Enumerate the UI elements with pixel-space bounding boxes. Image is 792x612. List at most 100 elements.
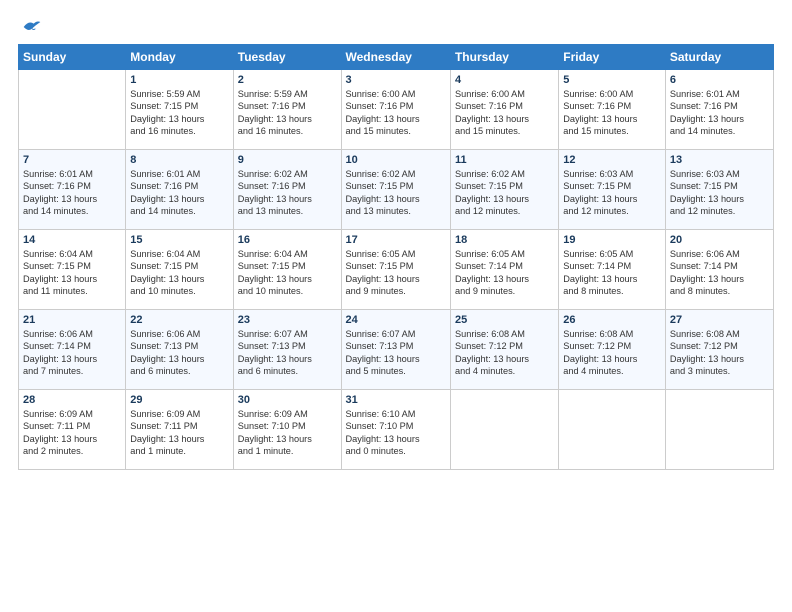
day-cell bbox=[450, 390, 558, 470]
day-info: Sunrise: 6:05 AMSunset: 7:15 PMDaylight:… bbox=[346, 248, 446, 298]
header-row: SundayMondayTuesdayWednesdayThursdayFrid… bbox=[19, 45, 774, 70]
day-info: Sunrise: 6:08 AMSunset: 7:12 PMDaylight:… bbox=[563, 328, 661, 378]
day-number: 14 bbox=[23, 234, 121, 246]
day-cell: 13 Sunrise: 6:03 AMSunset: 7:15 PMDayligh… bbox=[665, 150, 773, 230]
day-cell: 10 Sunrise: 6:02 AMSunset: 7:15 PMDayligh… bbox=[341, 150, 450, 230]
day-cell: 23 Sunrise: 6:07 AMSunset: 7:13 PMDayligh… bbox=[233, 310, 341, 390]
day-cell bbox=[559, 390, 666, 470]
day-cell: 16 Sunrise: 6:04 AMSunset: 7:15 PMDayligh… bbox=[233, 230, 341, 310]
day-cell: 29 Sunrise: 6:09 AMSunset: 7:11 PMDayligh… bbox=[126, 390, 233, 470]
day-number: 12 bbox=[563, 154, 661, 166]
day-info: Sunrise: 6:01 AMSunset: 7:16 PMDaylight:… bbox=[670, 88, 769, 138]
day-info: Sunrise: 6:10 AMSunset: 7:10 PMDaylight:… bbox=[346, 408, 446, 458]
day-info: Sunrise: 6:03 AMSunset: 7:15 PMDaylight:… bbox=[670, 168, 769, 218]
day-cell: 27 Sunrise: 6:08 AMSunset: 7:12 PMDayligh… bbox=[665, 310, 773, 390]
col-header-friday: Friday bbox=[559, 45, 666, 70]
day-cell: 19 Sunrise: 6:05 AMSunset: 7:14 PMDayligh… bbox=[559, 230, 666, 310]
day-number: 6 bbox=[670, 74, 769, 86]
col-header-wednesday: Wednesday bbox=[341, 45, 450, 70]
day-cell: 15Sunrise: 6:04 AMSunset: 7:15 PMDayligh… bbox=[126, 230, 233, 310]
day-number: 23 bbox=[238, 314, 337, 326]
day-number: 11 bbox=[455, 154, 554, 166]
day-number: 25 bbox=[455, 314, 554, 326]
day-info: Sunrise: 6:04 AMSunset: 7:15 PMDaylight:… bbox=[238, 248, 337, 298]
day-number: 7 bbox=[23, 154, 121, 166]
day-info: Sunrise: 6:06 AMSunset: 7:14 PMDaylight:… bbox=[670, 248, 769, 298]
day-cell: 26Sunrise: 6:08 AMSunset: 7:12 PMDayligh… bbox=[559, 310, 666, 390]
day-info: Sunrise: 6:02 AMSunset: 7:15 PMDaylight:… bbox=[346, 168, 446, 218]
day-info: Sunrise: 6:09 AMSunset: 7:11 PMDaylight:… bbox=[130, 408, 228, 458]
week-row-4: 21 Sunrise: 6:06 AMSunset: 7:14 PMDayligh… bbox=[19, 310, 774, 390]
day-cell: 4 Sunrise: 6:00 AMSunset: 7:16 PMDaylight… bbox=[450, 70, 558, 150]
day-cell: 12 Sunrise: 6:03 AMSunset: 7:15 PMDayligh… bbox=[559, 150, 666, 230]
day-number: 21 bbox=[23, 314, 121, 326]
col-header-monday: Monday bbox=[126, 45, 233, 70]
day-number: 9 bbox=[238, 154, 337, 166]
day-number: 28 bbox=[23, 394, 121, 406]
day-cell: 28 Sunrise: 6:09 AMSunset: 7:11 PMDayligh… bbox=[19, 390, 126, 470]
day-number: 24 bbox=[346, 314, 446, 326]
day-info: Sunrise: 6:09 AMSunset: 7:11 PMDaylight:… bbox=[23, 408, 121, 458]
day-info: Sunrise: 6:08 AMSunset: 7:12 PMDaylight:… bbox=[455, 328, 554, 378]
day-number: 1 bbox=[130, 74, 228, 86]
day-number: 18 bbox=[455, 234, 554, 246]
week-row-1: 1 Sunrise: 5:59 AMSunset: 7:15 PMDaylight… bbox=[19, 70, 774, 150]
day-info: Sunrise: 6:01 AMSunset: 7:16 PMDaylight:… bbox=[130, 168, 228, 218]
day-number: 29 bbox=[130, 394, 228, 406]
logo bbox=[18, 18, 44, 36]
calendar-table: SundayMondayTuesdayWednesdayThursdayFrid… bbox=[18, 44, 774, 470]
day-cell: 25 Sunrise: 6:08 AMSunset: 7:12 PMDayligh… bbox=[450, 310, 558, 390]
page: SundayMondayTuesdayWednesdayThursdayFrid… bbox=[0, 0, 792, 612]
day-cell: 2Sunrise: 5:59 AMSunset: 7:16 PMDaylight… bbox=[233, 70, 341, 150]
day-info: Sunrise: 6:00 AMSunset: 7:16 PMDaylight:… bbox=[563, 88, 661, 138]
col-header-thursday: Thursday bbox=[450, 45, 558, 70]
day-cell: 7 Sunrise: 6:01 AMSunset: 7:16 PMDaylight… bbox=[19, 150, 126, 230]
day-info: Sunrise: 6:07 AMSunset: 7:13 PMDaylight:… bbox=[238, 328, 337, 378]
day-info: Sunrise: 6:02 AMSunset: 7:15 PMDaylight:… bbox=[455, 168, 554, 218]
day-cell: 14 Sunrise: 6:04 AMSunset: 7:15 PMDayligh… bbox=[19, 230, 126, 310]
day-info: Sunrise: 6:03 AMSunset: 7:15 PMDaylight:… bbox=[563, 168, 661, 218]
day-cell: 5 Sunrise: 6:00 AMSunset: 7:16 PMDaylight… bbox=[559, 70, 666, 150]
day-cell: 17Sunrise: 6:05 AMSunset: 7:15 PMDayligh… bbox=[341, 230, 450, 310]
day-number: 19 bbox=[563, 234, 661, 246]
day-number: 5 bbox=[563, 74, 661, 86]
day-info: Sunrise: 6:00 AMSunset: 7:16 PMDaylight:… bbox=[346, 88, 446, 138]
day-cell: 8Sunrise: 6:01 AMSunset: 7:16 PMDaylight… bbox=[126, 150, 233, 230]
day-info: Sunrise: 6:01 AMSunset: 7:16 PMDaylight:… bbox=[23, 168, 121, 218]
day-cell bbox=[665, 390, 773, 470]
col-header-sunday: Sunday bbox=[19, 45, 126, 70]
day-info: Sunrise: 6:05 AMSunset: 7:14 PMDaylight:… bbox=[455, 248, 554, 298]
day-number: 16 bbox=[238, 234, 337, 246]
logo-bird-icon bbox=[22, 18, 42, 36]
day-info: Sunrise: 6:09 AMSunset: 7:10 PMDaylight:… bbox=[238, 408, 337, 458]
day-cell: 21 Sunrise: 6:06 AMSunset: 7:14 PMDayligh… bbox=[19, 310, 126, 390]
day-info: Sunrise: 6:07 AMSunset: 7:13 PMDaylight:… bbox=[346, 328, 446, 378]
day-cell bbox=[19, 70, 126, 150]
day-number: 27 bbox=[670, 314, 769, 326]
day-cell: 24 Sunrise: 6:07 AMSunset: 7:13 PMDayligh… bbox=[341, 310, 450, 390]
day-info: Sunrise: 6:02 AMSunset: 7:16 PMDaylight:… bbox=[238, 168, 337, 218]
day-number: 13 bbox=[670, 154, 769, 166]
day-number: 20 bbox=[670, 234, 769, 246]
day-info: Sunrise: 6:04 AMSunset: 7:15 PMDaylight:… bbox=[130, 248, 228, 298]
day-info: Sunrise: 6:05 AMSunset: 7:14 PMDaylight:… bbox=[563, 248, 661, 298]
header bbox=[18, 18, 774, 36]
day-info: Sunrise: 6:08 AMSunset: 7:12 PMDaylight:… bbox=[670, 328, 769, 378]
day-info: Sunrise: 6:04 AMSunset: 7:15 PMDaylight:… bbox=[23, 248, 121, 298]
day-cell: 9 Sunrise: 6:02 AMSunset: 7:16 PMDaylight… bbox=[233, 150, 341, 230]
day-cell: 20 Sunrise: 6:06 AMSunset: 7:14 PMDayligh… bbox=[665, 230, 773, 310]
day-info: Sunrise: 5:59 AMSunset: 7:15 PMDaylight:… bbox=[130, 88, 228, 138]
day-number: 4 bbox=[455, 74, 554, 86]
day-info: Sunrise: 6:00 AMSunset: 7:16 PMDaylight:… bbox=[455, 88, 554, 138]
day-number: 22 bbox=[130, 314, 228, 326]
day-number: 2 bbox=[238, 74, 337, 86]
day-info: Sunrise: 6:06 AMSunset: 7:14 PMDaylight:… bbox=[23, 328, 121, 378]
day-cell: 11 Sunrise: 6:02 AMSunset: 7:15 PMDayligh… bbox=[450, 150, 558, 230]
day-cell: 31 Sunrise: 6:10 AMSunset: 7:10 PMDayligh… bbox=[341, 390, 450, 470]
day-cell: 22Sunrise: 6:06 AMSunset: 7:13 PMDayligh… bbox=[126, 310, 233, 390]
week-row-5: 28 Sunrise: 6:09 AMSunset: 7:11 PMDayligh… bbox=[19, 390, 774, 470]
day-cell: 30Sunrise: 6:09 AMSunset: 7:10 PMDayligh… bbox=[233, 390, 341, 470]
col-header-tuesday: Tuesday bbox=[233, 45, 341, 70]
day-number: 31 bbox=[346, 394, 446, 406]
day-number: 10 bbox=[346, 154, 446, 166]
